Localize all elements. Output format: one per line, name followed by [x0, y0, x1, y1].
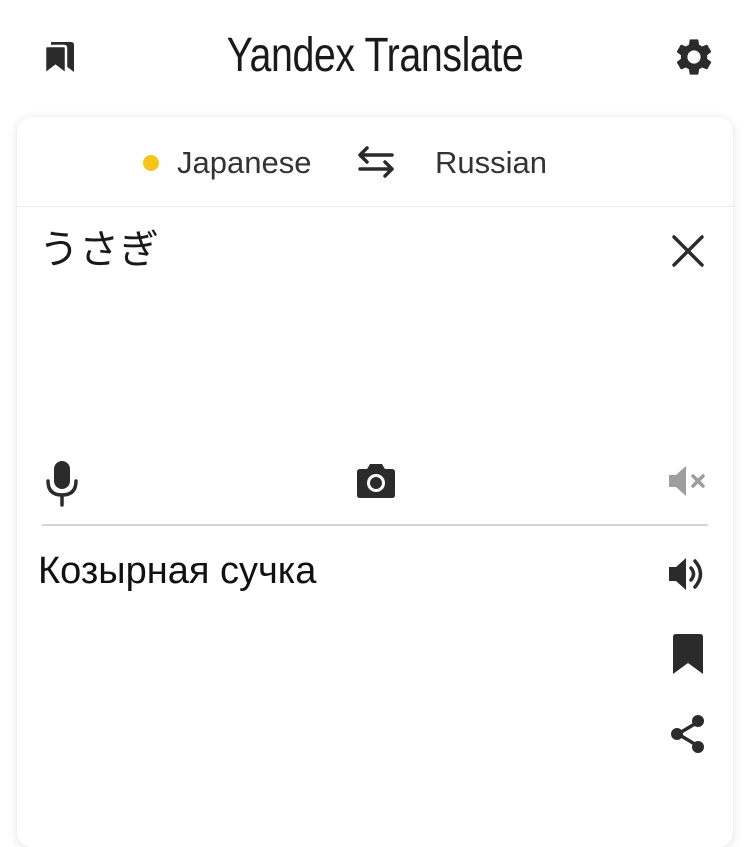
settings-button[interactable] — [670, 33, 718, 81]
close-icon — [670, 233, 706, 269]
camera-icon — [355, 462, 397, 500]
app-header: Yandex Translate — [0, 0, 750, 116]
voice-input-button[interactable] — [39, 458, 85, 508]
source-text-area[interactable]: うさぎ — [17, 208, 733, 524]
swap-arrows-icon — [354, 144, 398, 180]
speaker-muted-icon — [667, 462, 709, 500]
save-translation-button[interactable] — [665, 631, 711, 677]
source-language-label: Japanese — [177, 145, 312, 180]
source-language-indicator — [143, 155, 159, 171]
target-language-selector[interactable]: Russian — [435, 143, 547, 183]
camera-button[interactable] — [353, 458, 399, 504]
microphone-icon — [44, 459, 80, 507]
clear-input-button[interactable] — [665, 228, 711, 274]
app-title: Yandex Translate — [68, 22, 683, 90]
target-language-label: Russian — [435, 145, 547, 180]
translation-text: Козырная сучка — [38, 550, 317, 592]
source-language-selector[interactable]: Japanese — [143, 143, 311, 183]
source-text[interactable]: うさぎ — [39, 224, 159, 276]
product-name: Translate — [364, 29, 524, 82]
mute-source-button[interactable] — [665, 458, 711, 504]
translator-card: Japanese Russian うさぎ Козырная сучка — [17, 117, 733, 847]
share-translation-button[interactable] — [665, 711, 711, 757]
swap-languages-button[interactable] — [353, 139, 399, 185]
speaker-icon — [667, 554, 709, 594]
brand-name: Yandex — [226, 29, 356, 82]
speak-translation-button[interactable] — [665, 551, 711, 597]
gear-icon — [672, 35, 716, 79]
language-bar: Japanese Russian — [17, 117, 733, 207]
bookmark-icon — [670, 633, 706, 675]
section-divider — [42, 524, 708, 526]
share-icon — [669, 714, 707, 754]
